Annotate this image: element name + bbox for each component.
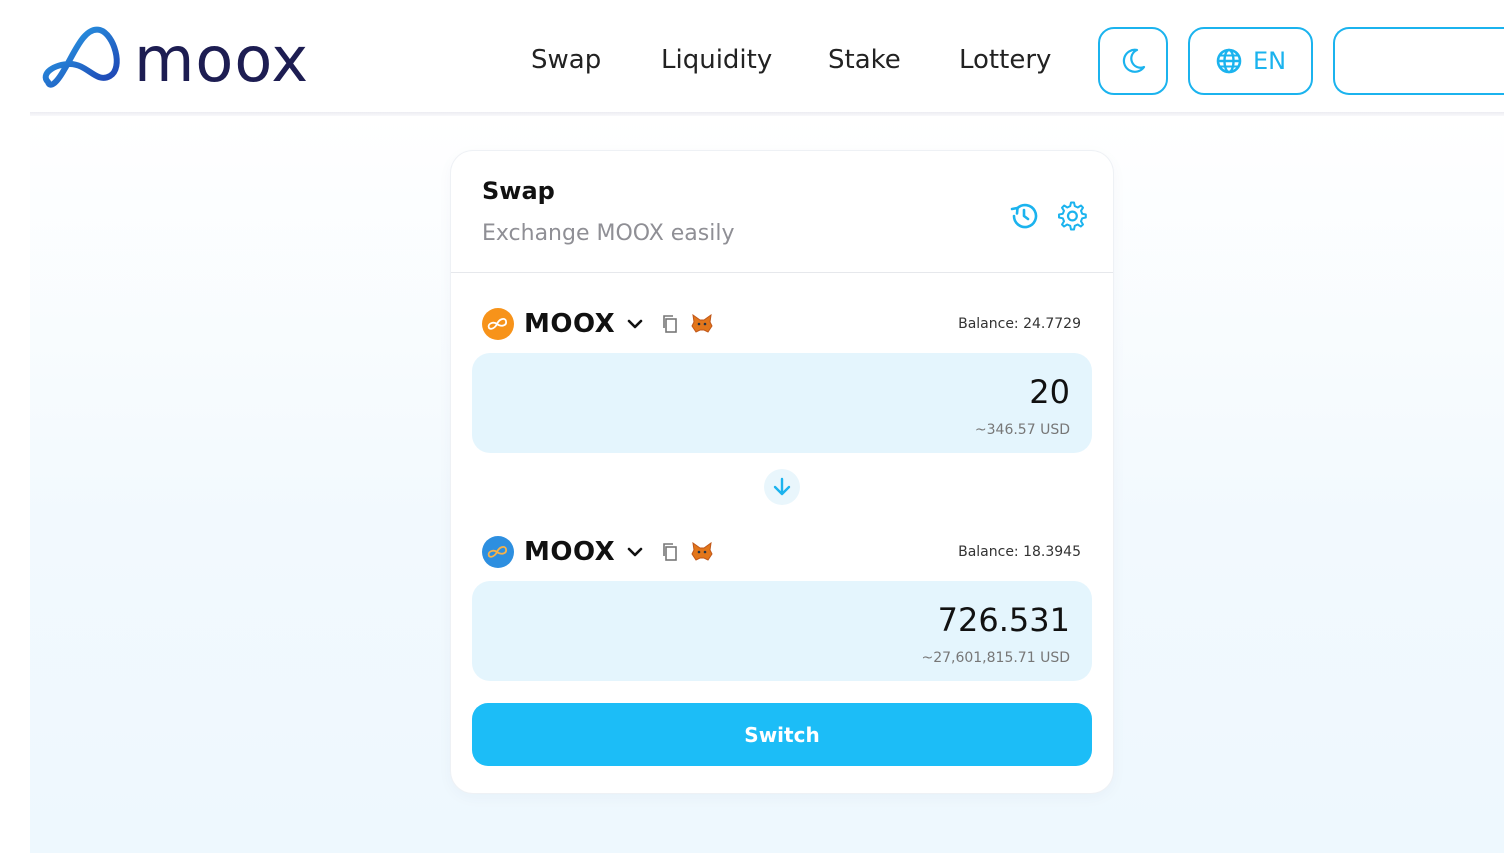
top-navbar: moox Swap Liquidity Stake Lottery EN: [0, 0, 1504, 114]
to-amount-value: 726.531: [937, 601, 1070, 639]
theme-toggle-button[interactable]: [1098, 27, 1168, 95]
metamask-fox-icon[interactable]: [691, 314, 713, 334]
connect-wallet-button[interactable]: [1333, 27, 1504, 95]
to-amount-input[interactable]: 726.531 ~27,601,815.71 USD: [472, 581, 1092, 681]
brand-logo[interactable]: moox: [40, 20, 309, 100]
globe-icon: [1216, 48, 1242, 74]
nav-item-lottery[interactable]: Lottery: [959, 42, 1051, 78]
from-token-selector[interactable]: MOOX: [482, 306, 713, 342]
to-token-logo-icon: [482, 536, 514, 568]
arrow-down-icon: [773, 477, 791, 496]
nav-item-swap[interactable]: Swap: [531, 42, 601, 78]
nav-item-liquidity[interactable]: Liquidity: [661, 42, 772, 78]
to-token-selector[interactable]: MOOX: [482, 534, 713, 570]
metamask-fox-icon[interactable]: [691, 542, 713, 562]
language-label: EN: [1252, 47, 1287, 75]
from-usd-value: ~346.57 USD: [974, 422, 1070, 438]
from-token-logo-icon: [482, 308, 514, 340]
card-divider: [451, 272, 1113, 273]
to-token-name: MOOX: [524, 537, 616, 567]
moox-infinity-icon: [42, 26, 120, 88]
to-balance: Balance: 18.3945: [958, 544, 1081, 560]
language-button[interactable]: EN: [1188, 27, 1313, 95]
chevron-down-icon: [627, 319, 643, 329]
from-balance: Balance: 24.7729: [958, 316, 1081, 332]
swap-card-title: Swap: [482, 177, 555, 205]
switch-button[interactable]: Switch: [472, 703, 1092, 766]
chevron-down-icon: [627, 547, 643, 557]
copy-icon[interactable]: [661, 314, 679, 334]
swap-card: Swap Exchange MOOX easily MOOX Balance: …: [451, 151, 1113, 793]
swap-direction-button[interactable]: [764, 469, 800, 505]
brand-wordmark: moox: [134, 23, 310, 96]
to-usd-value: ~27,601,815.71 USD: [921, 650, 1070, 666]
history-button[interactable]: [1007, 199, 1041, 233]
infinity-icon: [487, 545, 507, 558]
from-amount-input[interactable]: 20 ~346.57 USD: [472, 353, 1092, 453]
copy-icon[interactable]: [661, 542, 679, 562]
gear-icon: [1058, 201, 1087, 231]
moon-icon: [1122, 48, 1146, 73]
from-token-name: MOOX: [524, 309, 616, 339]
history-icon: [1010, 203, 1038, 229]
from-amount-value: 20: [1029, 373, 1070, 411]
nav-item-stake[interactable]: Stake: [828, 42, 901, 78]
settings-button[interactable]: [1055, 199, 1089, 233]
infinity-icon: [487, 317, 507, 330]
swap-card-subtitle: Exchange MOOX easily: [482, 221, 735, 246]
